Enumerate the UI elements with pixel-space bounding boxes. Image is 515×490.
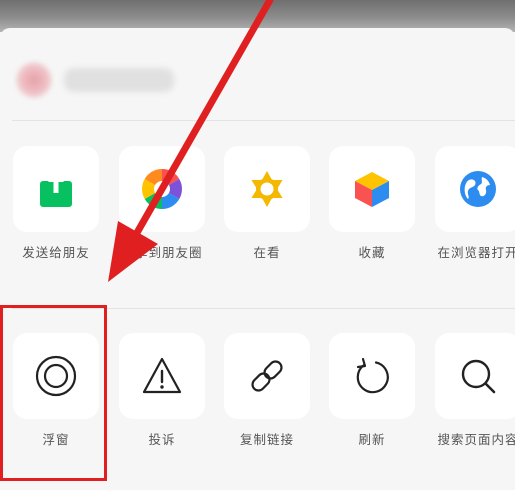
moments-icon [119,146,205,232]
warning-icon [119,333,205,419]
open-in-browser-button[interactable]: 在浏览器打开 [430,146,515,296]
share-to-moments-label: 分享到朋友圈 [121,245,203,260]
favorite-label: 收藏 [358,245,386,260]
avatar [16,62,52,98]
search-page-button[interactable]: 搜索页面内容 [430,333,515,483]
search-page-label: 搜索页面内容 [437,432,515,447]
complain-button[interactable]: 投诉 [114,333,210,483]
account-name [64,68,174,92]
wow-label: 在看 [253,245,281,260]
divider [12,120,515,121]
refresh-label: 刷新 [358,432,386,447]
open-in-browser-label: 在浏览器打开 [437,245,515,260]
sheet-header [0,28,515,120]
wow-button[interactable]: 在看 [219,146,315,296]
favorite-button[interactable]: 收藏 [324,146,420,296]
copy-link-label: 复制链接 [239,432,294,447]
browser-globe-icon [435,146,515,232]
search-icon [435,333,515,419]
send-to-friend-label: 发送给朋友 [22,245,90,260]
share-row: 发送给朋友 分享到朋友圈 在看 收藏 在浏览器打开 [0,146,515,296]
highlight-box [0,305,107,481]
copy-link-button[interactable]: 复制链接 [219,333,315,483]
send-to-friend-button[interactable]: 发送给朋友 [8,146,104,296]
share-to-moments-button[interactable]: 分享到朋友圈 [114,146,210,296]
link-icon [224,333,310,419]
share-icon [13,146,99,232]
refresh-button[interactable]: 刷新 [324,333,420,483]
refresh-icon [329,333,415,419]
wow-icon [224,146,310,232]
favorite-cube-icon [329,146,415,232]
complain-label: 投诉 [148,432,176,447]
